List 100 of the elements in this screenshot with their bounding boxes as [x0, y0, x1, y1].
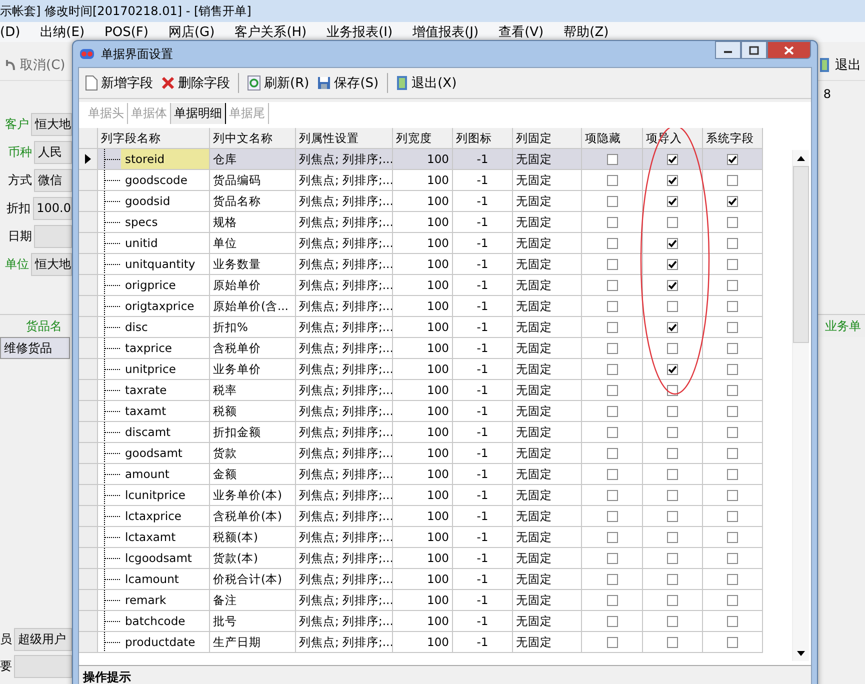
checkbox[interactable]	[667, 154, 678, 164]
cancel-button[interactable]: 取消(C)	[4, 54, 66, 76]
checkbox[interactable]	[606, 636, 618, 648]
checkbox[interactable]	[667, 364, 678, 374]
checkbox[interactable]	[606, 154, 618, 164]
input-field[interactable]: 微信	[34, 169, 72, 192]
checkbox[interactable]	[606, 616, 618, 626]
exit-button[interactable]: 退出	[819, 54, 861, 76]
checkbox[interactable]	[606, 300, 618, 312]
checkbox[interactable]	[606, 510, 618, 522]
checkbox[interactable]	[667, 406, 678, 416]
tab[interactable]: 单据明细	[171, 103, 226, 124]
checkbox[interactable]	[606, 406, 618, 416]
maximize-button[interactable]	[741, 41, 767, 59]
checkbox[interactable]	[606, 490, 618, 500]
checkbox[interactable]	[727, 532, 738, 542]
checkbox[interactable]	[667, 258, 678, 270]
column-header[interactable]: 系统字段	[703, 128, 763, 149]
menu-item[interactable]: 业务报表(I)	[326, 23, 393, 41]
checkbox[interactable]	[606, 532, 618, 542]
checkbox[interactable]	[727, 552, 738, 564]
refresh-button[interactable]: 刷新(R)	[245, 72, 312, 94]
checkbox[interactable]	[727, 280, 738, 290]
checkbox[interactable]	[606, 258, 618, 270]
checkbox[interactable]	[606, 280, 618, 290]
new-button[interactable]: 新增字段	[83, 72, 155, 94]
checkbox[interactable]	[667, 532, 678, 542]
checkbox[interactable]	[727, 594, 738, 606]
row-indicator[interactable]	[79, 149, 98, 170]
checkbox[interactable]	[727, 384, 738, 396]
checkbox[interactable]	[606, 468, 618, 480]
checkbox[interactable]	[727, 636, 738, 648]
checkbox[interactable]	[606, 574, 618, 584]
menu-item[interactable]: (D)	[0, 24, 20, 40]
input-field[interactable]: 超级用户	[14, 628, 72, 651]
checkbox[interactable]	[667, 616, 678, 626]
menu-item[interactable]: POS(F)	[104, 24, 148, 40]
checkbox[interactable]	[606, 364, 618, 374]
column-header[interactable]: 列固定	[513, 128, 582, 149]
checkbox[interactable]	[727, 300, 738, 312]
save-button[interactable]: 保存(S)	[315, 72, 381, 94]
menu-item[interactable]: 客户关系(H)	[234, 23, 307, 41]
column-header[interactable]: 列中文名称	[210, 128, 296, 149]
checkbox[interactable]	[667, 468, 678, 480]
checkbox[interactable]	[606, 342, 618, 354]
checkbox[interactable]	[727, 342, 738, 354]
checkbox[interactable]	[727, 364, 738, 374]
exit-button[interactable]: 退出(X)	[394, 72, 459, 94]
checkbox[interactable]	[667, 574, 678, 584]
checkbox[interactable]	[667, 448, 678, 458]
checkbox[interactable]	[727, 574, 738, 584]
checkbox[interactable]	[727, 196, 738, 206]
column-header[interactable]: 项隐藏	[582, 128, 643, 149]
checkbox[interactable]	[667, 300, 678, 312]
scrollbar[interactable]	[792, 150, 809, 661]
input-field[interactable]: 100.0	[32, 197, 72, 220]
close-button[interactable]	[767, 41, 811, 59]
column-header[interactable]: 列字段名称	[98, 128, 210, 149]
checkbox[interactable]	[667, 238, 678, 248]
checkbox[interactable]	[667, 594, 678, 606]
checkbox[interactable]	[727, 510, 738, 522]
checkbox[interactable]	[667, 552, 678, 564]
scroll-down-icon[interactable]	[797, 650, 805, 656]
checkbox[interactable]	[606, 384, 618, 396]
menu-item[interactable]: 增值报表(J)	[412, 23, 479, 41]
checkbox[interactable]	[606, 216, 618, 228]
checkbox[interactable]	[667, 342, 678, 354]
input-field[interactable]	[34, 225, 72, 248]
checkbox[interactable]	[727, 490, 738, 500]
checkbox[interactable]	[606, 238, 618, 248]
checkbox[interactable]	[727, 238, 738, 248]
checkbox[interactable]	[727, 406, 738, 416]
checkbox[interactable]	[606, 196, 618, 206]
checkbox[interactable]	[667, 280, 678, 290]
checkbox[interactable]	[667, 322, 678, 332]
checkbox[interactable]	[727, 258, 738, 270]
checkbox[interactable]	[667, 510, 678, 522]
checkbox[interactable]	[606, 552, 618, 564]
checkbox[interactable]	[606, 448, 618, 458]
menu-item[interactable]: 出纳(E)	[40, 23, 85, 41]
checkbox[interactable]	[727, 468, 738, 480]
checkbox[interactable]	[727, 174, 738, 186]
checkbox[interactable]	[606, 322, 618, 332]
column-header[interactable]: 列图标	[453, 128, 513, 149]
checkbox[interactable]	[667, 216, 678, 228]
menu-item[interactable]: 帮助(Z)	[564, 23, 609, 41]
menu-item[interactable]: 网店(G)	[168, 23, 215, 41]
delete-button[interactable]: 删除字段	[159, 72, 232, 94]
input-field[interactable]: 恒大地	[31, 113, 72, 136]
checkbox[interactable]	[606, 426, 618, 438]
checkbox[interactable]	[727, 154, 738, 164]
scroll-up-icon[interactable]	[797, 156, 805, 160]
checkbox[interactable]	[667, 174, 678, 186]
checkbox[interactable]	[667, 196, 678, 206]
input-field[interactable]: 人民	[34, 141, 72, 164]
checkbox[interactable]	[727, 616, 738, 626]
column-header[interactable]: 列宽度	[393, 128, 453, 149]
checkbox[interactable]	[606, 594, 618, 606]
checkbox[interactable]	[727, 426, 738, 438]
input-field[interactable]: 恒大地	[31, 253, 72, 276]
